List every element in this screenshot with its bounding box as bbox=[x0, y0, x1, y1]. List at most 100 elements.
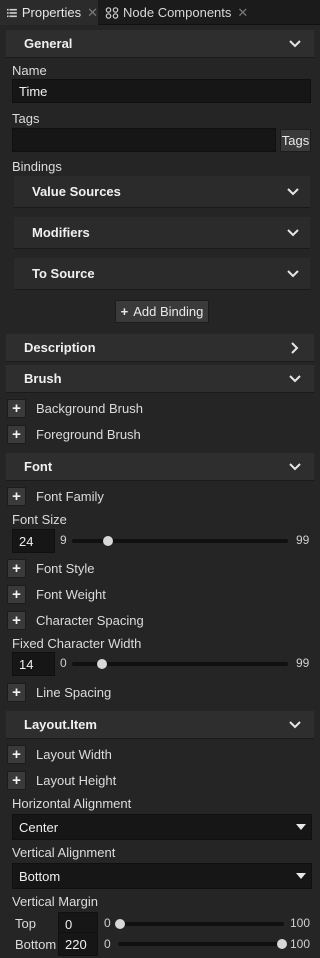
add-binding-button[interactable]: + Add Binding bbox=[115, 300, 209, 323]
chevron-down-icon bbox=[287, 188, 299, 196]
plus-icon: + bbox=[12, 400, 21, 417]
section-title: Font bbox=[24, 459, 53, 474]
font-style-label: Font Style bbox=[36, 561, 95, 576]
top-margin-min: 0 bbox=[104, 916, 111, 930]
vertical-alignment-value: Bottom bbox=[19, 868, 61, 884]
section-brush[interactable]: Brush bbox=[6, 365, 314, 393]
add-binding-label: Add Binding bbox=[133, 304, 204, 319]
section-title: Layout.Item bbox=[24, 717, 97, 732]
tags-button-label: Tags bbox=[281, 133, 310, 148]
close-icon[interactable]: ✕ bbox=[237, 5, 248, 21]
modifiers-header[interactable]: Modifiers bbox=[14, 217, 310, 249]
name-field[interactable]: Time bbox=[12, 79, 311, 103]
section-font[interactable]: Font bbox=[6, 453, 314, 481]
chevron-down-icon bbox=[287, 270, 299, 278]
tags-button[interactable]: Tags bbox=[280, 129, 311, 152]
plus-icon: + bbox=[12, 426, 21, 443]
vertical-margin-label: Vertical Margin bbox=[12, 894, 98, 909]
fixed-character-width-max: 99 bbox=[296, 656, 310, 670]
add-background-brush-button[interactable]: + bbox=[7, 399, 26, 418]
dropdown-arrow-icon bbox=[296, 824, 306, 830]
font-family-label: Font Family bbox=[36, 489, 104, 504]
plus-icon: + bbox=[12, 684, 21, 701]
foreground-brush-label: Foreground Brush bbox=[36, 427, 141, 442]
name-value: Time bbox=[19, 83, 48, 99]
tab-bar: Properties ✕ Node Components ✕ bbox=[0, 0, 320, 25]
tab-properties[interactable]: Properties ✕ bbox=[0, 0, 98, 25]
background-brush-label: Background Brush bbox=[36, 401, 143, 416]
vertical-alignment-select[interactable]: Bottom bbox=[12, 863, 312, 889]
tab-properties-label: Properties bbox=[21, 5, 82, 20]
add-foreground-brush-button[interactable]: + bbox=[7, 425, 26, 444]
horizontal-alignment-value: Center bbox=[19, 819, 59, 835]
section-description[interactable]: Description bbox=[6, 334, 314, 362]
add-character-spacing-button[interactable]: + bbox=[7, 611, 26, 630]
bottom-margin-label: Bottom bbox=[15, 937, 57, 952]
fixed-character-width-field[interactable]: 14 bbox=[12, 652, 55, 676]
value-sources-header[interactable]: Value Sources bbox=[14, 176, 310, 208]
chevron-down-icon bbox=[289, 40, 301, 48]
top-margin-max: 100 bbox=[290, 916, 311, 930]
tags-label: Tags bbox=[12, 111, 40, 126]
plus-icon: + bbox=[12, 746, 21, 763]
font-size-label: Font Size bbox=[12, 512, 67, 527]
modifiers-title: Modifiers bbox=[32, 225, 90, 240]
plus-icon: + bbox=[120, 304, 129, 319]
character-spacing-label: Character Spacing bbox=[36, 613, 144, 628]
chevron-down-icon bbox=[289, 463, 301, 471]
section-layout-item[interactable]: Layout.Item bbox=[6, 711, 314, 739]
section-title: Description bbox=[24, 340, 96, 355]
top-margin-slider-thumb[interactable] bbox=[115, 919, 125, 929]
tags-field[interactable] bbox=[12, 128, 276, 152]
fixed-character-width-slider-thumb[interactable] bbox=[97, 659, 108, 669]
plus-icon: + bbox=[12, 772, 21, 789]
bottom-margin-min: 0 bbox=[104, 937, 111, 951]
line-spacing-label: Line Spacing bbox=[36, 685, 112, 700]
chevron-down-icon bbox=[289, 375, 301, 383]
bottom-margin-slider[interactable] bbox=[118, 942, 284, 946]
dropdown-arrow-icon bbox=[296, 873, 306, 879]
horizontal-alignment-select[interactable]: Center bbox=[12, 814, 312, 840]
layout-height-label: Layout Height bbox=[36, 773, 117, 788]
chevron-down-icon bbox=[287, 229, 299, 237]
value-sources-title: Value Sources bbox=[32, 184, 121, 199]
fixed-character-width-label: Fixed Character Width bbox=[12, 636, 142, 651]
bindings-label: Bindings bbox=[12, 159, 62, 174]
name-label: Name bbox=[12, 63, 47, 78]
bottom-margin-value: 220 bbox=[65, 936, 87, 952]
to-source-header[interactable]: To Source bbox=[14, 258, 310, 290]
section-general[interactable]: General bbox=[6, 30, 314, 58]
fixed-character-width-value: 14 bbox=[19, 656, 34, 672]
tab-node-components-label: Node Components bbox=[123, 5, 232, 20]
to-source-title: To Source bbox=[32, 266, 95, 281]
font-size-field[interactable]: 24 bbox=[12, 529, 55, 553]
plus-icon: + bbox=[12, 612, 21, 629]
section-title: Brush bbox=[24, 371, 62, 386]
add-font-style-button[interactable]: + bbox=[7, 559, 26, 578]
add-layout-height-button[interactable]: + bbox=[7, 771, 26, 790]
top-margin-value: 0 bbox=[65, 916, 73, 932]
plus-icon: + bbox=[12, 586, 21, 603]
components-icon bbox=[105, 6, 119, 19]
close-icon[interactable]: ✕ bbox=[87, 5, 98, 21]
font-size-value: 24 bbox=[19, 533, 34, 549]
add-font-weight-button[interactable]: + bbox=[7, 585, 26, 604]
add-line-spacing-button[interactable]: + bbox=[7, 683, 26, 702]
top-margin-slider[interactable] bbox=[118, 922, 284, 926]
chevron-down-icon bbox=[289, 721, 301, 729]
fixed-character-width-min: 0 bbox=[60, 656, 67, 670]
chevron-right-icon bbox=[291, 342, 299, 354]
font-weight-label: Font Weight bbox=[36, 587, 106, 602]
font-size-min: 9 bbox=[60, 533, 67, 547]
plus-icon: + bbox=[12, 560, 21, 577]
plus-icon: + bbox=[12, 488, 21, 505]
font-size-slider-thumb[interactable] bbox=[103, 536, 114, 546]
section-title: General bbox=[24, 36, 73, 51]
tab-node-components[interactable]: Node Components ✕ bbox=[100, 0, 250, 25]
list-icon bbox=[7, 8, 17, 17]
bottom-margin-field[interactable]: 220 bbox=[58, 932, 98, 956]
add-font-family-button[interactable]: + bbox=[7, 487, 26, 506]
layout-width-label: Layout Width bbox=[36, 747, 112, 762]
bottom-margin-slider-thumb[interactable] bbox=[277, 939, 287, 949]
add-layout-width-button[interactable]: + bbox=[7, 745, 26, 764]
